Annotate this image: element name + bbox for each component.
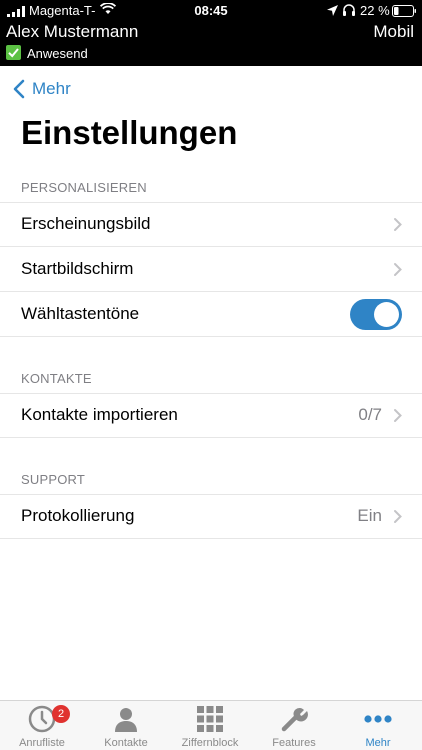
checkmark-icon [6, 45, 21, 60]
battery-icon [392, 5, 416, 17]
row-label: Erscheinungsbild [21, 214, 151, 233]
tab-bar: 2 Anrufliste Kontakte Ziffernblock Featu… [0, 700, 422, 750]
settings-row-dial-tones: Wähltastentöne [0, 292, 422, 337]
settings-row-import-contacts[interactable]: Kontakte importieren 0/7 [0, 393, 422, 438]
tab-ziffernblock[interactable]: Ziffernblock [168, 701, 252, 750]
toggle-knob [374, 302, 399, 327]
top-header: Magenta-T- 08:45 22 % Alex Mustermann Mo… [0, 0, 422, 66]
row-label: Kontakte importieren [21, 405, 178, 424]
back-button[interactable]: Mehr [12, 78, 71, 100]
page-title: Einstellungen [21, 114, 238, 151]
row-value: Ein [357, 506, 382, 525]
chevron-left-icon [13, 79, 25, 99]
device-label[interactable]: Mobil [373, 22, 414, 42]
section-header-support: SUPPORT [21, 472, 86, 487]
row-label: Wähltastentöne [21, 304, 140, 323]
presence-status[interactable]: Anwesend [27, 46, 88, 61]
chevron-right-icon [394, 409, 402, 422]
status-bar: Magenta-T- 08:45 22 % [0, 0, 422, 22]
keypad-icon [197, 706, 223, 732]
location-arrow-icon [327, 5, 338, 16]
tab-kontakte[interactable]: Kontakte [84, 701, 168, 750]
tab-label: Kontakte [104, 737, 148, 749]
settings-row-startscreen[interactable]: Startbildschirm [0, 247, 422, 292]
back-label: Mehr [32, 79, 71, 98]
row-label: Startbildschirm [21, 259, 134, 278]
chevron-right-icon [394, 510, 402, 523]
dial-tones-toggle[interactable] [350, 299, 402, 330]
section-header-personalisieren: PERSONALISIEREN [21, 180, 147, 195]
clock: 08:45 [194, 3, 228, 18]
row-value: 0/7 [358, 405, 382, 424]
wrench-icon [281, 707, 308, 732]
chevron-right-icon [394, 218, 402, 231]
section-header-kontakte: KONTAKTE [21, 371, 92, 386]
settings-row-logging[interactable]: Protokollierung Ein [0, 494, 422, 539]
notification-badge: 2 [52, 705, 70, 723]
row-label: Protokollierung [21, 506, 135, 525]
headphones-icon [343, 4, 355, 16]
tab-mehr[interactable]: Mehr [336, 701, 420, 750]
tab-label: Ziffernblock [181, 737, 239, 749]
tab-label: Mehr [365, 737, 391, 749]
clock-icon [28, 705, 56, 733]
tab-label: Features [272, 737, 316, 749]
user-name: Alex Mustermann [6, 22, 139, 41]
person-icon [115, 708, 137, 732]
tab-anrufliste[interactable]: 2 Anrufliste [0, 701, 84, 750]
more-dots-icon [364, 715, 392, 723]
tab-features[interactable]: Features [252, 701, 336, 750]
settings-row-appearance[interactable]: Erscheinungsbild [0, 202, 422, 247]
chevron-right-icon [394, 263, 402, 276]
battery-percent: 22 % [360, 3, 390, 18]
tab-label: Anrufliste [19, 737, 65, 749]
